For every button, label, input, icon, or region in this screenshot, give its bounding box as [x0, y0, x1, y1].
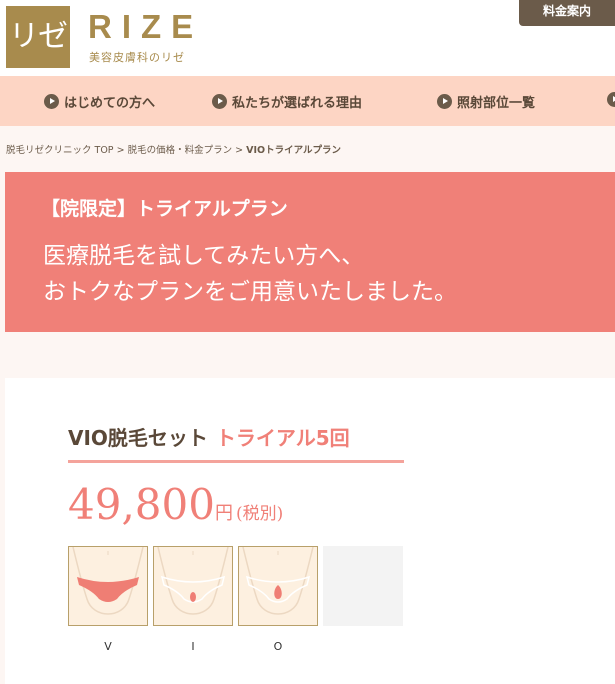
area-label-i: I: [191, 640, 195, 653]
nav-item-label: はじめての方へ: [64, 96, 156, 111]
nav-item-overflow[interactable]: [607, 92, 615, 107]
nav-item-label: 照射部位一覧: [457, 96, 536, 111]
breadcrumb: 脱毛リゼクリニック TOP > 脱毛の価格・料金プラン > VIOトライアルプラ…: [6, 142, 341, 156]
hero-banner: 【院限定】トライアルプラン 医療脱毛を試してみたい方へ、 おトクなプランをご用意…: [5, 172, 615, 332]
area-thumbnail-placeholder: [323, 546, 403, 626]
arrow-circle-icon: [607, 92, 615, 107]
area-label-v: V: [104, 640, 112, 653]
nav-item-areas[interactable]: 照射部位一覧: [437, 92, 535, 111]
body-v-icon: [69, 547, 147, 625]
breadcrumb-separator: >: [116, 145, 125, 156]
breadcrumb-link-price[interactable]: 脱毛の価格・料金プラン: [128, 145, 233, 156]
arrow-circle-icon: [437, 94, 452, 109]
area-thumbnail-o: [238, 546, 318, 626]
breadcrumb-link-top[interactable]: 脱毛リゼクリニック TOP: [6, 145, 114, 156]
price-tax-note: (税別): [235, 504, 284, 524]
plan-accent: トライアル5回: [215, 426, 350, 450]
site-header: リゼ RIZE 美容皮膚科のリゼ 料金案内: [0, 0, 615, 76]
breadcrumb-current: VIOトライアルプラン: [246, 145, 341, 156]
price-guide-button[interactable]: 料金案内: [519, 0, 615, 26]
area-label-o: O: [273, 640, 283, 653]
main-nav: はじめての方へ 私たちが選ばれる理由 照射部位一覧: [0, 76, 615, 126]
hero-label: 【院限定】トライアルプラン: [41, 198, 288, 220]
plan-divider: [68, 460, 404, 463]
logo-wordmark[interactable]: RIZE: [88, 8, 203, 46]
body-o-icon: [239, 547, 317, 625]
hero-heading: 医療脱毛を試してみたい方へ、 おトクなプランをご用意いたしました。: [43, 238, 457, 310]
area-thumbnail-i: [153, 546, 233, 626]
price-unit: 円: [214, 503, 233, 524]
plan-name: VIO脱毛セット: [68, 426, 208, 450]
nav-item-first-visit[interactable]: はじめての方へ: [44, 92, 155, 111]
logo-mark[interactable]: リゼ: [6, 6, 70, 68]
hero-line-1: 医療脱毛を試してみたい方へ、: [43, 243, 365, 269]
plan-card: VIO脱毛セット トライアル5回 49,800円 (税別) V I O: [5, 378, 615, 684]
breadcrumb-separator: >: [235, 145, 244, 156]
logo-subtitle: 美容皮膚科のリゼ: [89, 51, 185, 64]
arrow-circle-icon: [212, 94, 227, 109]
area-thumbnail-v: [68, 546, 148, 626]
plan-price: 49,800円 (税別): [68, 480, 283, 529]
body-i-icon: [154, 547, 232, 625]
plan-title: VIO脱毛セット トライアル5回: [68, 422, 350, 451]
nav-item-reasons[interactable]: 私たちが選ばれる理由: [212, 92, 362, 111]
arrow-circle-icon: [44, 94, 59, 109]
hero-line-2: おトクなプランをご用意いたしました。: [43, 279, 457, 305]
nav-item-label: 私たちが選ばれる理由: [232, 96, 363, 111]
price-amount: 49,800: [68, 480, 215, 529]
